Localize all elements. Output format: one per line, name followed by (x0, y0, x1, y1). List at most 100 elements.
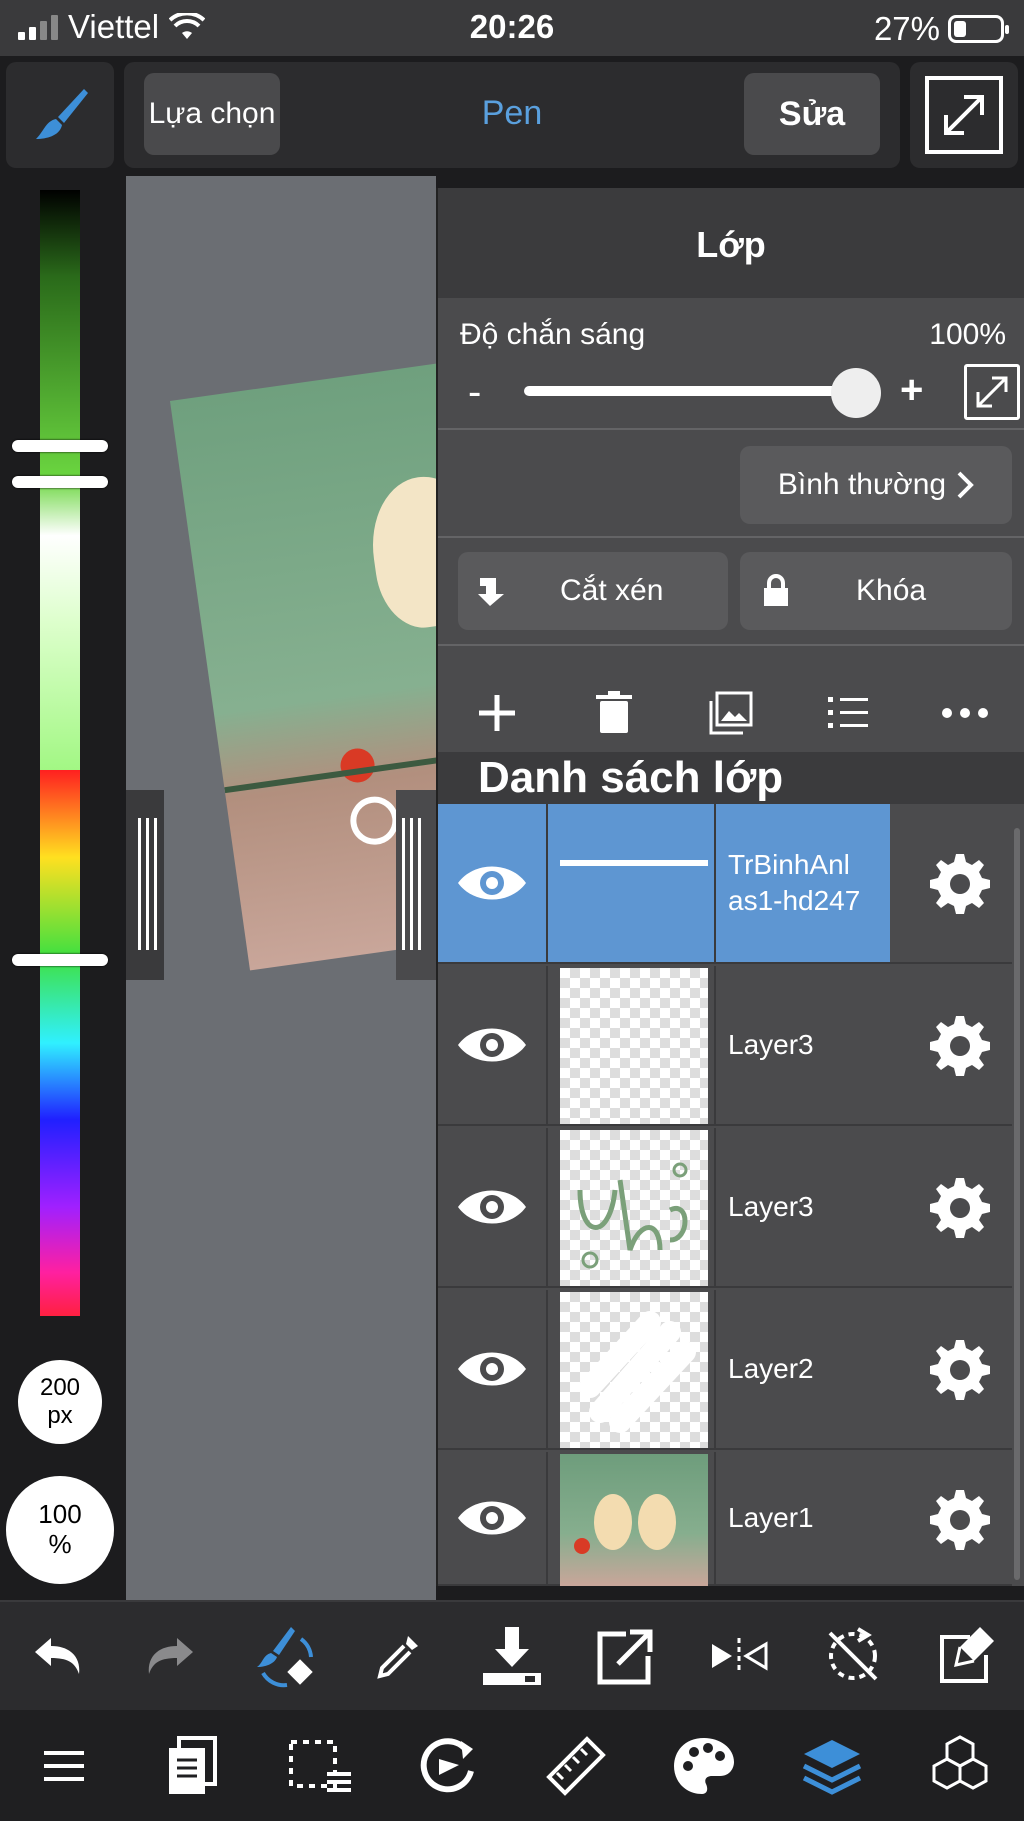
brush-tool-button[interactable] (6, 62, 114, 168)
clipping-button[interactable]: Cắt xén (458, 552, 728, 630)
divider (438, 644, 1024, 646)
drawing-canvas[interactable] (126, 176, 436, 1600)
rotate-canvas-button[interactable] (408, 1726, 488, 1806)
rotate-lock-button[interactable] (813, 1616, 893, 1696)
palette-icon (674, 1737, 734, 1794)
blend-mode-button[interactable]: Bình thường (740, 446, 1012, 524)
materials-button[interactable] (920, 1726, 1000, 1806)
layer-actions (438, 660, 1024, 766)
layer-list-button[interactable] (818, 683, 878, 743)
layer-thumbnail (560, 806, 708, 962)
trash-icon (595, 691, 632, 733)
materials-icon (932, 1734, 988, 1790)
gear-icon[interactable] (928, 1488, 992, 1552)
eye-icon (458, 1190, 526, 1224)
layer-thumbnail (560, 1454, 708, 1586)
fullscreen-button[interactable] (910, 62, 1018, 168)
opacity-expand-button[interactable] (964, 364, 1020, 420)
export-button[interactable] (586, 1616, 666, 1696)
panel-resize-handle[interactable] (396, 790, 436, 980)
hue-slider[interactable] (40, 770, 80, 1316)
add-layer-button[interactable] (467, 683, 527, 743)
color-panel: 200 px 100 % (0, 176, 126, 1600)
brightness-handle-top[interactable] (12, 440, 108, 452)
divider (438, 428, 1024, 430)
gear-icon[interactable] (928, 1338, 992, 1402)
opacity-increase-button[interactable]: + (900, 368, 923, 413)
opacity-slider-knob[interactable] (831, 368, 881, 418)
save-image-button[interactable] (472, 1616, 552, 1696)
edit-button[interactable]: Sửa (744, 73, 880, 155)
eye-icon (458, 1501, 526, 1535)
bottom-toolbar-actions (0, 1600, 1024, 1710)
clock: 20:26 (469, 8, 555, 45)
layer-row[interactable]: TrBinhAnl as1-hd247 (438, 804, 1012, 964)
image-icon (709, 691, 753, 735)
ellipsis-icon (942, 708, 989, 718)
brush-size-unit: px (47, 1402, 73, 1429)
brightness-handle-bottom[interactable] (12, 476, 108, 488)
layers-icon (802, 1739, 862, 1795)
layer-row[interactable]: Layer3 (438, 966, 1012, 1126)
layer-list-scrollbar[interactable] (1014, 828, 1020, 1580)
layer-panel: Lớp Độ chắn sáng 100% - + Bình thường Cắ… (436, 188, 1024, 1586)
menu-button[interactable] (24, 1726, 104, 1806)
ruler-button[interactable] (536, 1726, 616, 1806)
undo-button[interactable] (17, 1616, 97, 1696)
lock-button[interactable]: Khóa (740, 552, 1012, 630)
layer-row[interactable]: Layer1 (438, 1452, 1012, 1586)
eyedropper-button[interactable] (358, 1616, 438, 1696)
duck-figure (363, 469, 436, 634)
visibility-toggle[interactable] (438, 1290, 548, 1448)
gear-icon[interactable] (928, 852, 992, 916)
brush-eraser-swap-button[interactable] (244, 1616, 324, 1696)
clipping-arrow-icon (478, 578, 504, 606)
layer-panel-title: Lớp (438, 188, 1024, 298)
bubble-shape (347, 793, 402, 848)
layer-name: Layer3 (728, 1190, 814, 1222)
import-image-layer-button[interactable] (701, 683, 761, 743)
opacity-slider-track[interactable] (524, 386, 860, 396)
layer-list-header: Danh sách lớp (438, 752, 1024, 804)
divider (438, 536, 1024, 538)
visibility-toggle[interactable] (438, 1452, 548, 1584)
visibility-toggle[interactable] (438, 804, 548, 962)
layers-button[interactable] (792, 1726, 872, 1806)
battery-icon (948, 15, 1009, 43)
color-palette-button[interactable] (664, 1726, 744, 1806)
eye-icon (458, 866, 526, 900)
delete-layer-button[interactable] (584, 683, 644, 743)
pages-button[interactable] (152, 1726, 232, 1806)
clear-layer-button[interactable] (927, 1616, 1007, 1696)
layer-row[interactable]: Layer3 (438, 1128, 1012, 1288)
brush-size-button[interactable]: 200 px (18, 1360, 102, 1444)
gear-icon[interactable] (928, 1014, 992, 1078)
more-options-button[interactable] (935, 683, 995, 743)
brush-eraser-swap-icon (257, 1627, 314, 1688)
layer-row[interactable]: Layer2 (438, 1290, 1012, 1450)
brush-opacity-button[interactable]: 100 % (6, 1476, 114, 1584)
canvas-resize-handle-left[interactable] (126, 790, 164, 980)
brush-opacity-value: 100 (38, 1499, 82, 1530)
hue-handle[interactable] (12, 954, 108, 966)
plus-icon (478, 695, 515, 731)
layer-name: Layer2 (728, 1352, 814, 1384)
layer-thumbnail (560, 968, 708, 1124)
layer-name: Layer1 (728, 1501, 814, 1533)
expand-icon (976, 376, 1008, 408)
layer-thumbnail (560, 1130, 708, 1286)
undo-icon (34, 1638, 80, 1674)
brush-opacity-unit: % (48, 1529, 72, 1559)
list-icon (828, 697, 869, 728)
gear-icon[interactable] (928, 1176, 992, 1240)
flip-button[interactable] (699, 1616, 779, 1696)
apple-figure (338, 746, 377, 785)
opacity-decrease-button[interactable]: - (468, 370, 481, 415)
status-bar: Viettel 20:26 27% (0, 0, 1024, 56)
eyedropper-icon (377, 1636, 419, 1679)
redo-button[interactable] (131, 1616, 211, 1696)
visibility-toggle[interactable] (438, 966, 548, 1124)
visibility-toggle[interactable] (438, 1128, 548, 1286)
eye-icon (458, 1028, 526, 1062)
selection-tool-button[interactable] (280, 1726, 360, 1806)
